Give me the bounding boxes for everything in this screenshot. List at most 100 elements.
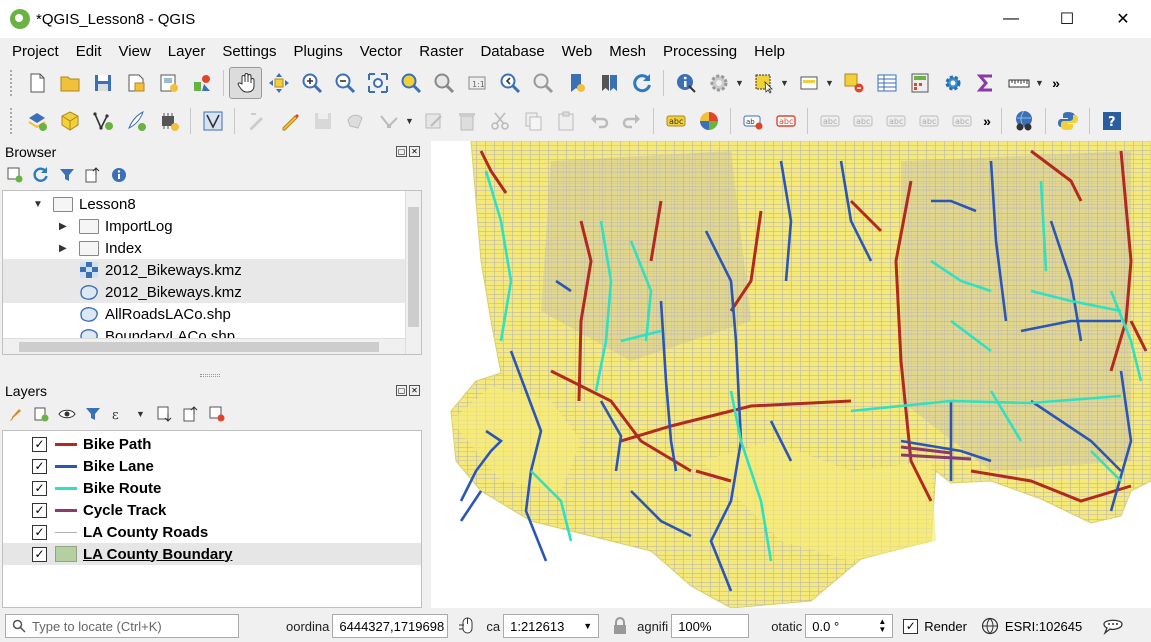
add-delimited-text-button[interactable] — [119, 105, 152, 137]
toolbar-grip[interactable] — [10, 108, 14, 134]
refresh-icon[interactable] — [32, 166, 50, 184]
undo-button[interactable] — [582, 105, 615, 137]
toggle-editing-button[interactable] — [273, 105, 306, 137]
layer-visibility-checkbox[interactable]: ✓ — [32, 524, 47, 540]
layer-list[interactable]: ✓ Bike Path ✓ Bike Lane ✓ Bike Route ✓ C… — [2, 430, 422, 608]
layer-visibility-checkbox[interactable]: ✓ — [32, 480, 47, 496]
move-label-button[interactable]: abc — [879, 105, 912, 137]
style-brush-icon[interactable] — [6, 405, 24, 423]
zoom-in-button[interactable] — [295, 67, 328, 99]
filter-icon[interactable] — [58, 166, 76, 184]
layer-item-cycle-track[interactable]: ✓ Cycle Track — [3, 499, 421, 521]
layer-item-bike-route[interactable]: ✓ Bike Route — [3, 477, 421, 499]
tree-item-index[interactable]: ▶ Index — [3, 237, 405, 259]
layer-visibility-checkbox[interactable]: ✓ — [32, 436, 47, 452]
cut-features-button[interactable] — [483, 105, 516, 137]
chevron-down-icon[interactable]: ▼ — [1035, 78, 1047, 88]
zoom-next-button[interactable] — [526, 67, 559, 99]
style-manager-button[interactable] — [185, 67, 218, 99]
save-project-button[interactable] — [86, 67, 119, 99]
copy-features-button[interactable] — [516, 105, 549, 137]
render-checkbox[interactable]: ✓ — [903, 618, 919, 634]
menu-view[interactable]: View — [111, 43, 160, 60]
scrollbar-thumb[interactable] — [408, 207, 419, 327]
browser-horizontal-scrollbar[interactable] — [3, 338, 405, 354]
menu-database[interactable]: Database — [472, 43, 553, 60]
minimize-button[interactable]: — — [983, 0, 1039, 38]
new-bookmark-button[interactable] — [559, 67, 592, 99]
redo-button[interactable] — [615, 105, 648, 137]
browser-tree[interactable]: ▼ Lesson8 ▶ ImportLog ▶ Index 2012_Bikew… — [2, 190, 422, 355]
pan-to-selection-button[interactable] — [262, 67, 295, 99]
chevron-right-icon[interactable]: ▶ — [59, 221, 71, 232]
add-layer-icon[interactable] — [6, 166, 24, 184]
pin-unpin-labels-button[interactable]: abc — [813, 105, 846, 137]
help-button[interactable]: ? — [1095, 105, 1128, 137]
toolbar-overflow-button[interactable]: » — [978, 113, 996, 129]
vertex-tool-button[interactable] — [372, 105, 405, 137]
toggle-label-visibility-button[interactable]: abc — [769, 105, 802, 137]
toolbar-grip[interactable] — [10, 70, 14, 96]
georeferencer-button[interactable] — [196, 105, 229, 137]
add-group-icon[interactable] — [32, 405, 50, 423]
chevron-right-icon[interactable]: ▶ — [59, 243, 71, 254]
attribute-table-button[interactable] — [870, 67, 903, 99]
measure-line-button[interactable] — [1002, 67, 1035, 99]
rotate-label-button[interactable]: abc — [912, 105, 945, 137]
chevron-down-icon[interactable]: ▼ — [33, 199, 45, 210]
identify-features-button[interactable] — [669, 67, 702, 99]
change-label-button[interactable]: abc — [945, 105, 978, 137]
menu-project[interactable]: Project — [4, 43, 68, 60]
zoom-last-button[interactable] — [493, 67, 526, 99]
menu-vector[interactable]: Vector — [352, 43, 412, 60]
zoom-to-selection-button[interactable] — [394, 67, 427, 99]
chevron-down-icon[interactable]: ▼ — [825, 78, 837, 88]
menu-plugins[interactable]: Plugins — [286, 43, 352, 60]
layer-visibility-checkbox[interactable]: ✓ — [32, 502, 47, 518]
collapse-all-icon[interactable] — [84, 166, 102, 184]
layer-item-bike-lane[interactable]: ✓ Bike Lane — [3, 455, 421, 477]
scrollbar-thumb[interactable] — [19, 342, 379, 352]
eye-visibility-icon[interactable] — [58, 405, 76, 423]
run-action-button[interactable] — [702, 67, 735, 99]
lock-icon[interactable] — [611, 617, 629, 635]
layout-manager-button[interactable] — [152, 67, 185, 99]
menu-help[interactable]: Help — [746, 43, 794, 60]
crs-label[interactable]: ESRI:102645 — [1005, 619, 1082, 634]
mouse-coordinate-icon[interactable] — [456, 615, 478, 637]
current-edits-button[interactable] — [240, 105, 273, 137]
tree-item-allroads[interactable]: AllRoadsLACo.shp — [3, 303, 405, 325]
toolbar-overflow-button[interactable]: » — [1047, 75, 1065, 91]
digitize-button[interactable] — [339, 105, 372, 137]
save-as-button[interactable] — [119, 67, 152, 99]
save-edits-button[interactable] — [306, 105, 339, 137]
zoom-full-button[interactable] — [361, 67, 394, 99]
layer-diagram-options-button[interactable] — [692, 105, 725, 137]
chevron-down-icon[interactable]: ▼ — [780, 78, 792, 88]
chevron-down-icon[interactable]: ▼ — [136, 409, 148, 419]
delete-selected-button[interactable] — [450, 105, 483, 137]
metasearch-button[interactable] — [1007, 105, 1040, 137]
expand-all-icon[interactable] — [156, 405, 174, 423]
map-canvas[interactable] — [431, 141, 1151, 608]
menu-edit[interactable]: Edit — [68, 43, 111, 60]
show-bookmarks-button[interactable] — [592, 67, 625, 99]
tree-item-importlog[interactable]: ▶ ImportLog — [3, 215, 405, 237]
toolbox-button[interactable] — [936, 67, 969, 99]
field-calculator-button[interactable] — [903, 67, 936, 99]
tree-item-lesson8[interactable]: ▼ Lesson8 — [3, 193, 405, 215]
close-button[interactable]: ✕ — [1095, 0, 1151, 38]
scale-combobox[interactable]: 1:212613 ▼ — [503, 614, 600, 638]
modify-attributes-button[interactable] — [417, 105, 450, 137]
select-features-button[interactable] — [747, 67, 780, 99]
layers-undock-button[interactable]: ▢ — [396, 385, 407, 396]
zoom-to-layer-button[interactable] — [427, 67, 460, 99]
open-project-button[interactable] — [53, 67, 86, 99]
layer-item-roads[interactable]: ✓ LA County Roads — [3, 521, 421, 543]
spin-arrows-icon[interactable]: ▲ ▼ — [878, 618, 886, 634]
paste-features-button[interactable] — [549, 105, 582, 137]
locator-search[interactable]: Type to locate (Ctrl+K) — [5, 614, 239, 638]
collapse-all-icon[interactable] — [182, 405, 200, 423]
layer-item-boundary[interactable]: ✓ LA County Boundary — [3, 543, 421, 565]
menu-web[interactable]: Web — [554, 43, 602, 60]
